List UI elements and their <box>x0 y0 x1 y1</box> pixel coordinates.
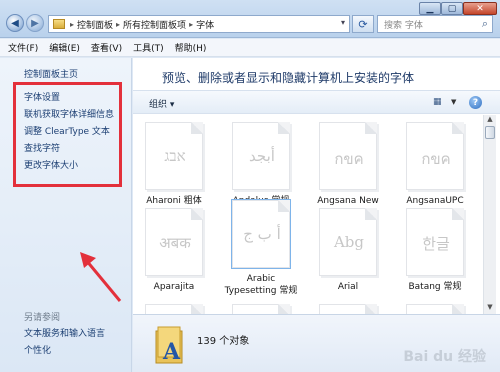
refresh-button[interactable]: ⟳ <box>352 15 374 33</box>
folder-icon <box>53 19 65 29</box>
control-panel-home-link[interactable]: 控制面板主页 <box>24 67 78 80</box>
font-name: Arial <box>337 282 359 292</box>
font-name: AngsanaUPC <box>406 196 464 206</box>
font-sample: Abg <box>333 233 365 251</box>
search-input[interactable]: 搜索 字体 ⌕ <box>377 15 493 33</box>
font-sample: กขค <box>334 150 364 168</box>
font-name: Aharoni 粗体 <box>146 196 202 206</box>
chevron-right-icon[interactable]: ▸ <box>70 20 74 29</box>
forward-arrow-icon: ▶ <box>31 17 39 29</box>
minimize-button[interactable]: ▁ <box>419 2 441 15</box>
back-arrow-icon: ◀ <box>11 17 19 29</box>
close-icon: ✕ <box>476 3 484 14</box>
menu-edit[interactable]: 编辑(E) <box>49 41 80 54</box>
address-bar[interactable]: ▸ 控制面板 ▸ 所有控制面板项 ▸ 字体 ▾ <box>48 15 350 33</box>
font-preview-icon: 한글 <box>406 208 464 276</box>
font-sample: أ ب ج <box>243 225 281 243</box>
help-icon[interactable]: ? <box>469 96 482 109</box>
font-name: Batang 常规 <box>408 282 462 292</box>
chevron-right-icon[interactable]: ▸ <box>189 20 193 29</box>
font-sample: अबक <box>159 234 191 252</box>
details-pane: A 139 个对象 Bai du 经验 <box>133 314 500 372</box>
font-name: Arabic Typesetting 常规 <box>224 274 298 296</box>
font-name: Aparajita <box>153 282 195 292</box>
search-icon[interactable]: ⌕ <box>482 17 488 31</box>
fonts-folder-icon: A <box>155 326 183 365</box>
chevron-right-icon[interactable]: ▸ <box>116 20 120 29</box>
font-preview-icon: अबक <box>145 208 203 276</box>
breadcrumb-fonts[interactable]: 字体 <box>196 18 214 31</box>
watermark: Bai du 经验 <box>403 349 486 365</box>
annotation-arrow-icon <box>80 252 122 302</box>
menu-bar: 文件(F) 编辑(E) 查看(V) 工具(T) 帮助(H) <box>0 39 500 57</box>
scroll-up-icon[interactable]: ▲ <box>484 115 496 125</box>
svg-text:A: A <box>162 339 181 365</box>
font-preview-icon: אבג <box>145 122 203 190</box>
see-also-personalization[interactable]: 个性化 <box>24 343 51 356</box>
font-name: Angsana New <box>317 196 379 206</box>
chevron-down-icon[interactable]: ▾ <box>341 18 345 27</box>
toolbar: 组织 ▾ ▦ ▼ ? <box>133 90 500 114</box>
view-options-icon[interactable]: ▦ <box>433 97 442 107</box>
task-pane: 控制面板主页 字体设置 联机获取字体详细信息 调整 ClearType 文本 查… <box>0 58 132 372</box>
scroll-down-icon[interactable]: ▼ <box>484 303 496 313</box>
see-also-text-services[interactable]: 文本服务和输入语言 <box>24 326 105 339</box>
see-also-heading: 另请参阅 <box>24 313 61 323</box>
refresh-icon: ⟳ <box>358 17 368 31</box>
font-preview-icon: Abg <box>319 208 377 276</box>
font-preview-icon: أ ب ج <box>232 200 290 268</box>
font-sample: أبجد <box>249 147 275 165</box>
close-button[interactable]: ✕ <box>463 2 497 15</box>
annotation-highlight-box <box>13 82 122 187</box>
font-sample: กขค <box>421 150 451 168</box>
item-count: 139 个对象 <box>197 336 250 347</box>
menu-help[interactable]: 帮助(H) <box>175 41 207 54</box>
font-preview-icon: กขค <box>406 122 464 190</box>
font-preview-icon: أبجد <box>232 122 290 190</box>
breadcrumb-control-panel[interactable]: 控制面板 <box>77 18 113 31</box>
menu-view[interactable]: 查看(V) <box>91 41 122 54</box>
font-sample: 한글 <box>422 235 450 253</box>
maximize-icon: ▢ <box>447 3 457 14</box>
scroll-thumb[interactable] <box>485 126 495 139</box>
organize-button[interactable]: 组织 ▾ <box>149 97 174 110</box>
page-title: 预览、删除或者显示和隐藏计算机上安装的字体 <box>162 71 415 85</box>
forward-button[interactable]: ▶ <box>26 14 44 32</box>
maximize-button[interactable]: ▢ <box>441 2 463 15</box>
font-preview-icon: กขค <box>319 122 377 190</box>
back-button[interactable]: ◀ <box>6 14 24 32</box>
minimize-icon: ▁ <box>426 3 434 14</box>
menu-tools[interactable]: 工具(T) <box>133 41 164 54</box>
chevron-down-icon[interactable]: ▼ <box>451 98 456 106</box>
font-sample: אבג <box>164 147 186 165</box>
content-pane: 预览、删除或者显示和隐藏计算机上安装的字体 组织 ▾ ▦ ▼ ? אבג Aha… <box>133 58 500 372</box>
search-placeholder: 搜索 字体 <box>384 20 423 31</box>
vertical-scrollbar[interactable]: ▲ ▼ <box>483 115 496 314</box>
title-bar: ◀ ▶ ▸ 控制面板 ▸ 所有控制面板项 ▸ 字体 ▾ ⟳ 搜索 字体 ⌕ ▁ … <box>0 0 500 38</box>
breadcrumb-all-items[interactable]: 所有控制面板项 <box>123 18 186 31</box>
menu-file[interactable]: 文件(F) <box>8 41 38 54</box>
